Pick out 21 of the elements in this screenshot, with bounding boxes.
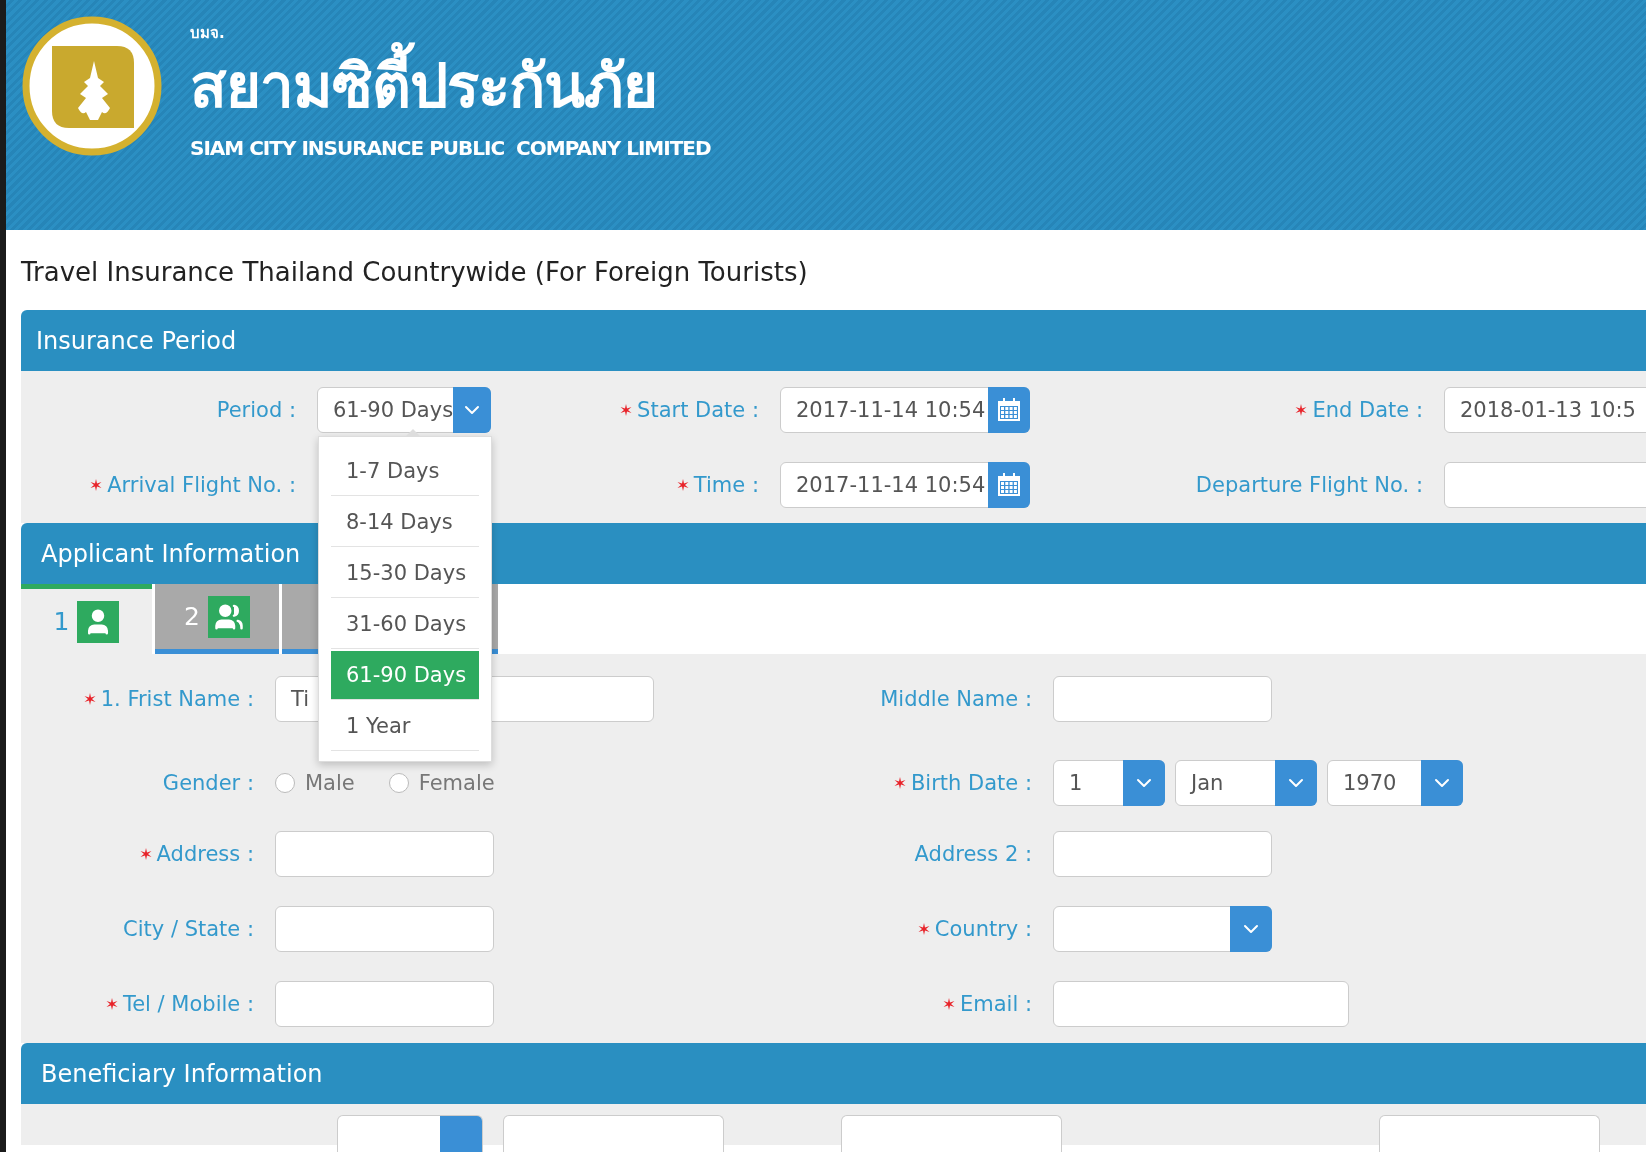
field-label: Birth Date : [696, 771, 1032, 795]
section-header: Insurance Period [21, 310, 1646, 371]
field-label: Email : [696, 992, 1032, 1016]
field-label: Country : [696, 917, 1032, 941]
field-label: Departure Flight No. : [1194, 473, 1423, 497]
field-label: Arrival Flight No. : [21, 473, 296, 497]
field-label: Time : [512, 473, 759, 497]
field-label: Address 2 : [913, 842, 1032, 866]
field-label: Middle Name : [879, 687, 1032, 711]
field-label: Start Date : [512, 398, 759, 422]
field-label: Address : [21, 842, 254, 866]
field-label: 1. Frist Name : [21, 687, 254, 711]
field-label: End Date : [1051, 398, 1423, 422]
field-label: City / State : [122, 917, 254, 941]
page-title: Travel Insurance Thailand Countrywide (For Foreign Tourists) [20, 256, 809, 289]
section-header: Beneficiary Information [21, 1043, 1646, 1104]
field-label: Tel / Mobile : [21, 992, 254, 1016]
company-name-english: SIAM CITY INSURANCE PUBLIC COMPANY LIMITED [190, 136, 711, 160]
field-label: Period : [215, 398, 296, 422]
company-prefix: บมจ. [190, 24, 225, 42]
field-label: Gender : [161, 771, 254, 795]
